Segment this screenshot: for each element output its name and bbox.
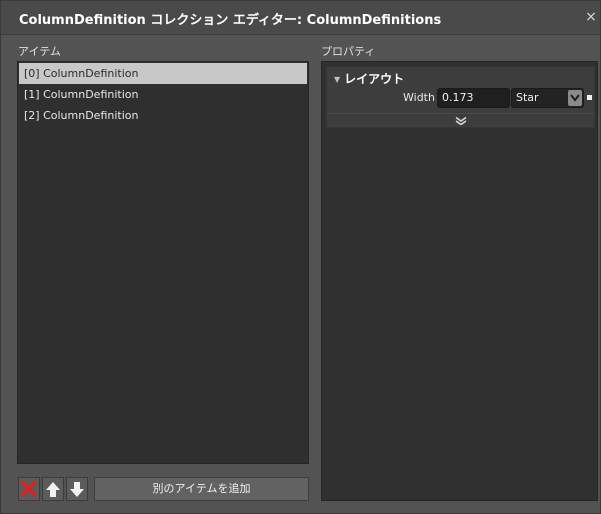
window-title: ColumnDefinition コレクション エディター: ColumnDef…	[19, 13, 442, 28]
move-up-button[interactable]	[42, 477, 64, 501]
title-bar: ColumnDefinition コレクション エディター: ColumnDef…	[1, 1, 600, 35]
close-button[interactable]: ×	[584, 9, 598, 25]
layout-category-header[interactable]: ▼ レイアウト	[334, 70, 404, 87]
chevron-down-icon	[570, 94, 580, 102]
properties-section-label: プロパティ	[321, 45, 376, 58]
arrow-up-icon	[46, 482, 60, 497]
dropdown-button[interactable]	[568, 90, 582, 106]
advanced-options-marker[interactable]	[587, 95, 592, 100]
unit-type-select[interactable]: Star	[511, 88, 584, 108]
unit-type-value: Star	[516, 91, 539, 104]
collapse-triangle-icon: ▼	[334, 75, 341, 84]
items-section-label: アイテム	[18, 45, 61, 58]
add-item-button[interactable]: 別のアイテムを追加	[94, 477, 309, 501]
properties-panel: ▼ レイアウト Width 0.173 Star	[321, 61, 598, 501]
layout-category: ▼ レイアウト Width 0.173 Star	[326, 66, 595, 128]
layout-category-title: レイアウト	[344, 72, 405, 86]
width-label: Width	[403, 91, 435, 104]
delete-item-button[interactable]	[18, 477, 40, 501]
arrow-down-icon	[70, 482, 84, 497]
items-list[interactable]: [0] ColumnDefinition [1] ColumnDefinitio…	[17, 61, 309, 464]
move-down-button[interactable]	[66, 477, 88, 501]
list-item[interactable]: [0] ColumnDefinition	[19, 63, 307, 84]
width-input[interactable]: 0.173	[437, 88, 510, 108]
delete-x-icon	[21, 481, 37, 497]
double-chevron-down-icon	[455, 117, 467, 125]
expand-advanced-properties[interactable]	[327, 113, 594, 128]
list-item[interactable]: [1] ColumnDefinition	[19, 84, 307, 105]
list-item[interactable]: [2] ColumnDefinition	[19, 105, 307, 126]
collection-editor-window: ColumnDefinition コレクション エディター: ColumnDef…	[0, 0, 601, 514]
